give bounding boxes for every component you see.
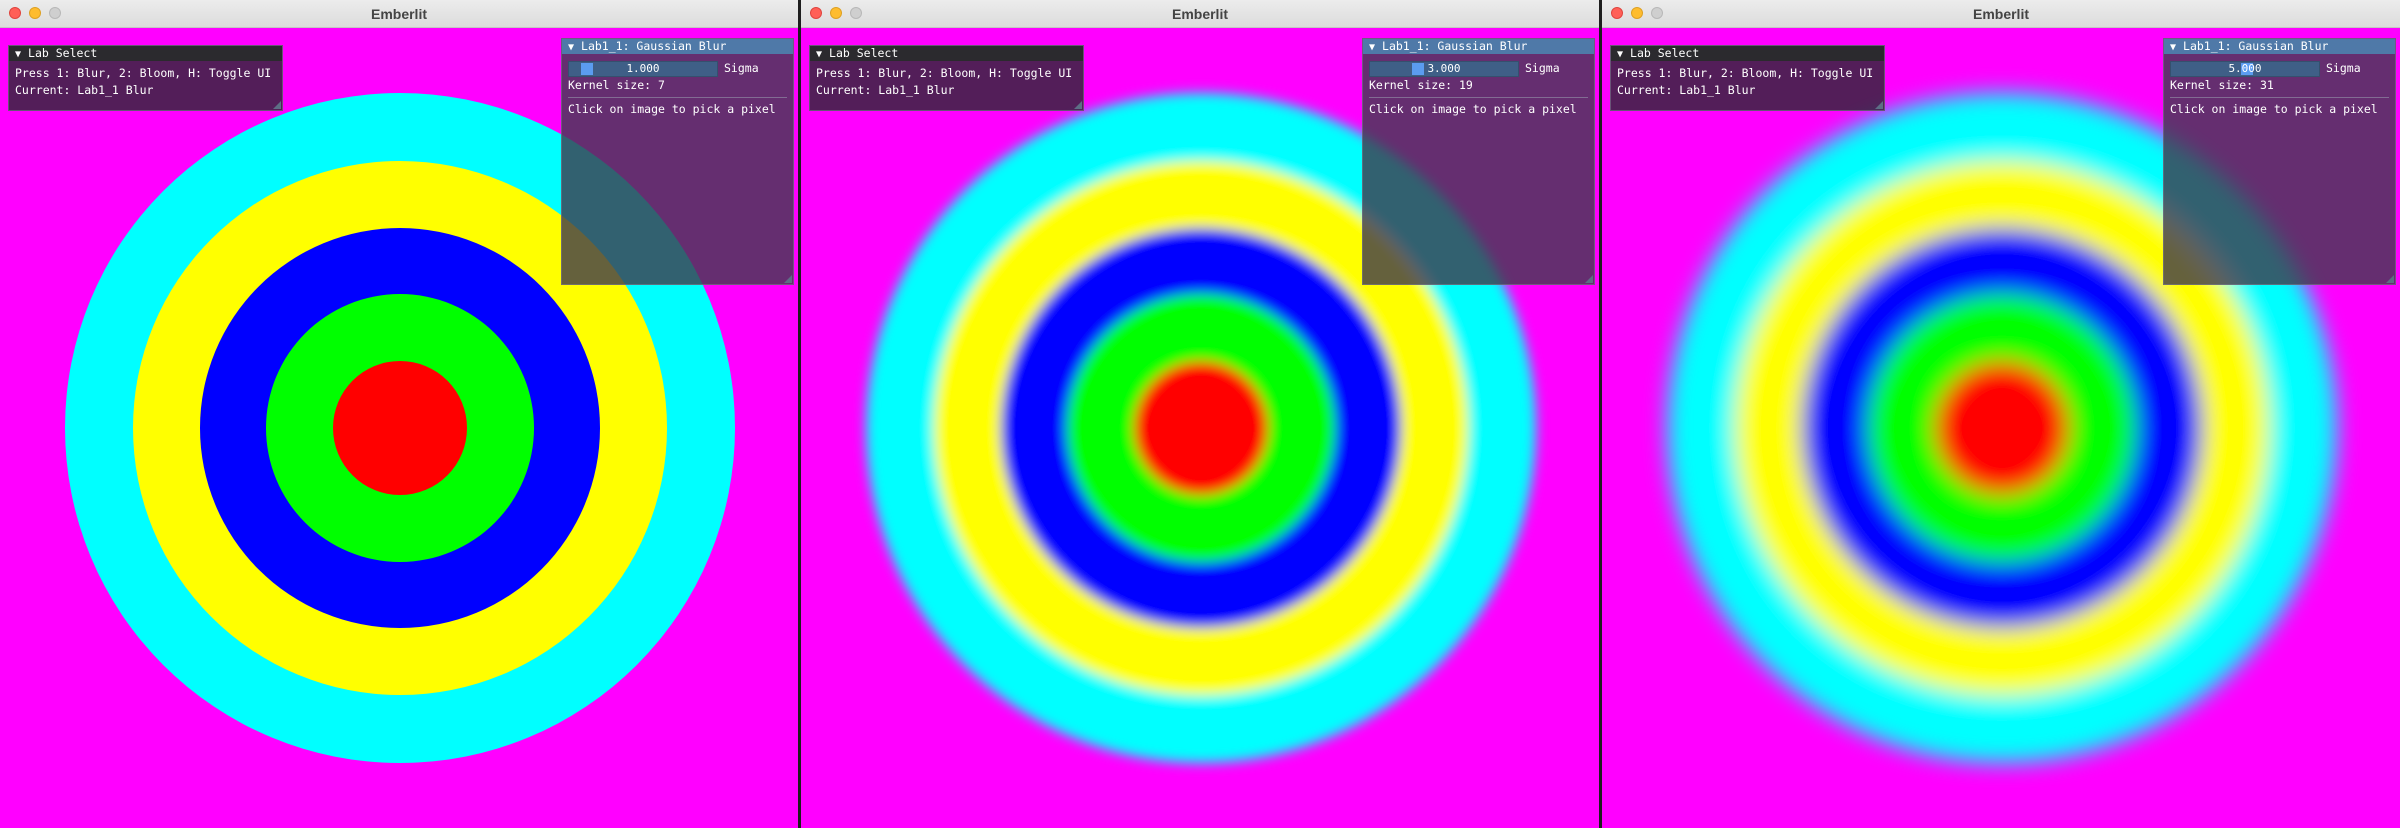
collapse-triangle-icon[interactable]: ▼ — [816, 47, 822, 62]
render-viewport[interactable]: ▼ Lab Select Press 1: Blur, 2: Bloom, H: … — [801, 28, 1599, 828]
lab-select-current: Current: Lab1_1 Blur — [816, 83, 955, 97]
lab-select-title: Lab Select — [28, 46, 98, 60]
lab-select-current: Current: Lab1_1 Blur — [15, 83, 154, 97]
zoom-icon[interactable] — [49, 7, 61, 19]
collapse-triangle-icon[interactable]: ▼ — [1369, 40, 1375, 55]
sigma-value: 5.000 — [2228, 61, 2262, 75]
render-viewport[interactable]: ▼ Lab Select Press 1: Blur, 2: Bloom, H: … — [0, 28, 798, 828]
separator — [568, 97, 787, 98]
lab-select-panel[interactable]: ▼ Lab Select Press 1: Blur, 2: Bloom, H: … — [809, 45, 1084, 111]
gaussian-blur-title: Lab1_1: Gaussian Blur — [2183, 39, 2329, 53]
window-sigma-1: Emberlit ▼ Lab Select Press 1: Blur, 2: B… — [0, 0, 798, 828]
close-icon[interactable] — [1611, 7, 1623, 19]
kernel-size-text: Kernel size: 31 — [2170, 78, 2274, 92]
collapse-triangle-icon[interactable]: ▼ — [568, 40, 574, 55]
window-sigma-5: Emberlit ▼ Lab Select Press 1: Blur, 2: B… — [1602, 0, 2400, 828]
traffic-lights — [810, 7, 862, 19]
close-icon[interactable] — [810, 7, 822, 19]
gaussian-blur-panel[interactable]: ▼ Lab1_1: Gaussian Blur 5.000 Sigma Kerne… — [2163, 38, 2396, 285]
kernel-size-text: Kernel size: 7 — [568, 78, 665, 92]
pick-pixel-hint: Click on image to pick a pixel — [2170, 102, 2378, 116]
collapse-triangle-icon[interactable]: ▼ — [2170, 40, 2176, 55]
gaussian-blur-header[interactable]: ▼ Lab1_1: Gaussian Blur — [562, 39, 793, 54]
zoom-icon[interactable] — [850, 7, 862, 19]
lab-select-header[interactable]: ▼ Lab Select — [810, 46, 1083, 61]
gaussian-blur-header[interactable]: ▼ Lab1_1: Gaussian Blur — [1363, 39, 1594, 54]
window-sigma-3: Emberlit ▼ Lab Select Press 1: Blur, 2: B… — [801, 0, 1599, 828]
gaussian-blur-title: Lab1_1: Gaussian Blur — [1382, 39, 1528, 53]
separator — [1369, 97, 1588, 98]
sigma-label: Sigma — [1525, 61, 1560, 75]
sigma-slider[interactable]: 1.000 — [568, 60, 718, 77]
pick-pixel-hint: Click on image to pick a pixel — [1369, 102, 1577, 116]
lab-select-header[interactable]: ▼ Lab Select — [9, 46, 282, 61]
titlebar[interactable]: Emberlit — [1602, 0, 2400, 28]
lab-select-panel[interactable]: ▼ Lab Select Press 1: Blur, 2: Bloom, H: … — [1610, 45, 1885, 111]
zoom-icon[interactable] — [1651, 7, 1663, 19]
lab-select-panel[interactable]: ▼ Lab Select Press 1: Blur, 2: Bloom, H: … — [8, 45, 283, 111]
close-icon[interactable] — [9, 7, 21, 19]
resize-grip-icon[interactable] — [784, 275, 792, 283]
center-red — [1134, 361, 1268, 495]
minimize-icon[interactable] — [1631, 7, 1643, 19]
kernel-size-text: Kernel size: 19 — [1369, 78, 1473, 92]
resize-grip-icon[interactable] — [1074, 101, 1082, 109]
collapse-triangle-icon[interactable]: ▼ — [1617, 47, 1623, 62]
resize-grip-icon[interactable] — [1585, 275, 1593, 283]
gaussian-blur-header[interactable]: ▼ Lab1_1: Gaussian Blur — [2164, 39, 2395, 54]
render-viewport[interactable]: ▼ Lab Select Press 1: Blur, 2: Bloom, H: … — [1602, 28, 2400, 828]
sigma-value: 1.000 — [626, 61, 660, 75]
sigma-slider[interactable]: 3.000 — [1369, 60, 1519, 77]
lab-select-current: Current: Lab1_1 Blur — [1617, 83, 1756, 97]
window-title: Emberlit — [370, 5, 427, 22]
lab-select-instructions: Press 1: Blur, 2: Bloom, H: Toggle UI — [816, 66, 1073, 80]
gaussian-blur-title: Lab1_1: Gaussian Blur — [581, 39, 727, 53]
titlebar[interactable]: Emberlit — [0, 0, 798, 28]
resize-grip-icon[interactable] — [2386, 275, 2394, 283]
window-title: Emberlit — [1972, 5, 2029, 22]
traffic-lights — [9, 7, 61, 19]
resize-grip-icon[interactable] — [273, 101, 281, 109]
center-red — [333, 361, 467, 495]
resize-grip-icon[interactable] — [1875, 101, 1883, 109]
gaussian-blur-panel[interactable]: ▼ Lab1_1: Gaussian Blur 1.000 Sigma Kerne… — [561, 38, 794, 285]
gaussian-blur-panel[interactable]: ▼ Lab1_1: Gaussian Blur 3.000 Sigma Kerne… — [1362, 38, 1595, 285]
sigma-label: Sigma — [724, 61, 759, 75]
window-title: Emberlit — [1171, 5, 1228, 22]
titlebar[interactable]: Emberlit — [801, 0, 1599, 28]
separator — [2170, 97, 2389, 98]
pick-pixel-hint: Click on image to pick a pixel — [568, 102, 776, 116]
lab-select-title: Lab Select — [829, 46, 899, 60]
lab-select-instructions: Press 1: Blur, 2: Bloom, H: Toggle UI — [15, 66, 272, 80]
sigma-label: Sigma — [2326, 61, 2361, 75]
minimize-icon[interactable] — [29, 7, 41, 19]
lab-select-header[interactable]: ▼ Lab Select — [1611, 46, 1884, 61]
sigma-value: 3.000 — [1427, 61, 1461, 75]
center-red — [1935, 361, 2069, 495]
lab-select-title: Lab Select — [1630, 46, 1700, 60]
traffic-lights — [1611, 7, 1663, 19]
lab-select-instructions: Press 1: Blur, 2: Bloom, H: Toggle UI — [1617, 66, 1874, 80]
sigma-slider[interactable]: 5.000 — [2170, 60, 2320, 77]
minimize-icon[interactable] — [830, 7, 842, 19]
collapse-triangle-icon[interactable]: ▼ — [15, 47, 21, 62]
